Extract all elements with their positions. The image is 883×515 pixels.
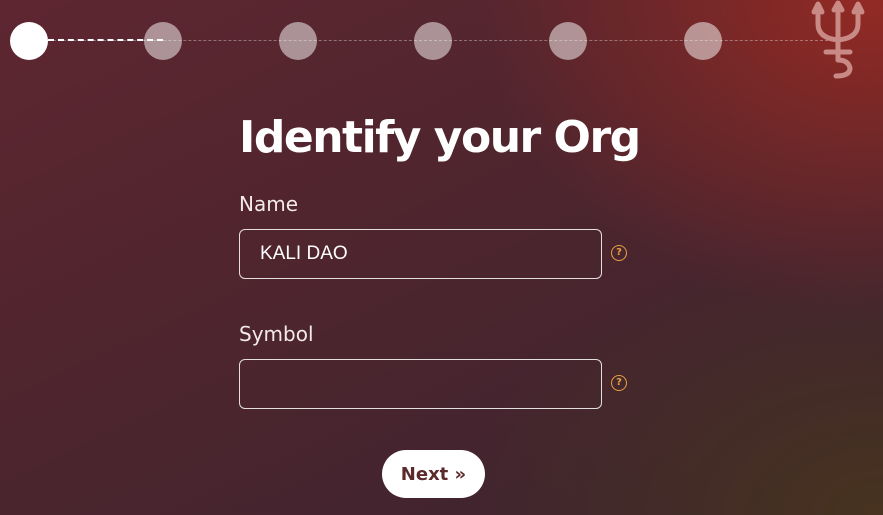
step-5[interactable] xyxy=(549,22,587,60)
name-help-icon[interactable]: ? xyxy=(611,245,627,261)
symbol-input[interactable] xyxy=(239,359,602,409)
step-4[interactable] xyxy=(414,22,452,60)
name-input[interactable] xyxy=(239,229,602,279)
page-title: Identify your Org xyxy=(239,112,641,163)
symbol-label: Symbol xyxy=(239,322,314,346)
name-label: Name xyxy=(239,192,299,216)
next-button[interactable]: Next » xyxy=(382,450,485,498)
step-3[interactable] xyxy=(279,22,317,60)
step-6[interactable] xyxy=(684,22,722,60)
step-2[interactable] xyxy=(144,22,182,60)
progress-stepper xyxy=(0,0,883,80)
symbol-help-icon[interactable]: ? xyxy=(611,375,627,391)
step-1[interactable] xyxy=(10,22,48,60)
trident-icon xyxy=(811,0,865,79)
